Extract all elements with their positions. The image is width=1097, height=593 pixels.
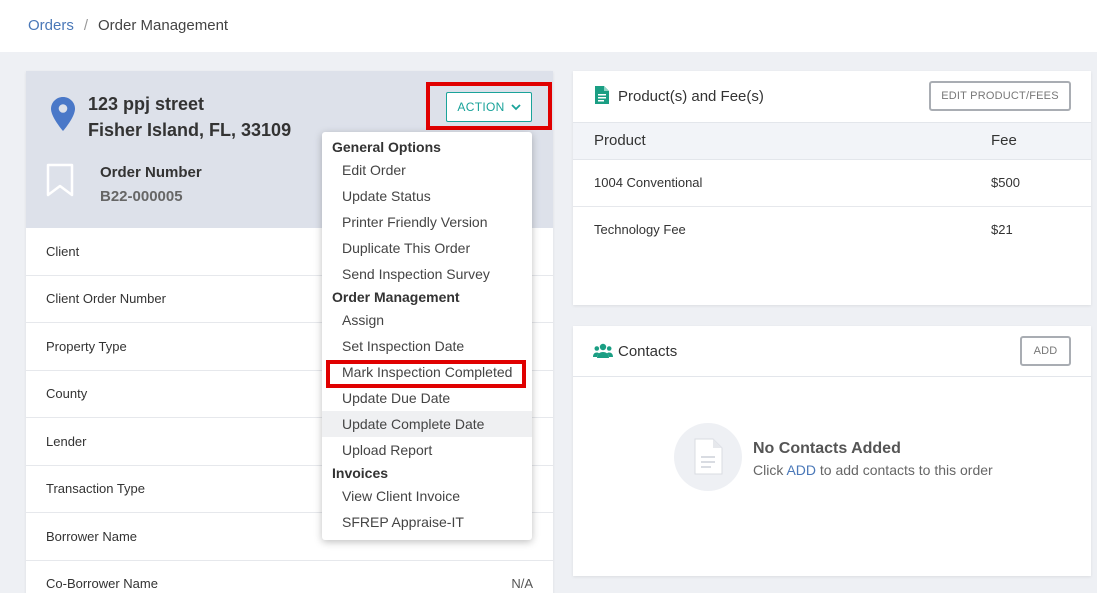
breadcrumb-separator: / <box>83 17 89 34</box>
empty-state-prefix: Click <box>753 462 784 478</box>
breadcrumb-orders-link[interactable]: Orders <box>28 17 74 34</box>
menu-item-assign[interactable]: Assign <box>322 307 532 333</box>
empty-state-title: No Contacts Added <box>753 440 901 457</box>
product-name: 1004 Conventional <box>594 175 703 190</box>
bookmark-icon <box>46 163 74 197</box>
action-highlight-box <box>426 82 552 130</box>
column-header-product: Product <box>594 132 646 149</box>
detail-label: Lender <box>46 433 87 449</box>
menu-item-printer-friendly[interactable]: Printer Friendly Version <box>322 209 532 235</box>
empty-state-message: Click ADD to add contacts to this order <box>753 462 993 478</box>
menu-group-invoices: Invoices <box>332 465 389 481</box>
empty-state-add-link[interactable]: ADD <box>786 462 816 478</box>
products-title: Product(s) and Fee(s) <box>618 88 764 105</box>
action-dropdown-menu: General Options Edit Order Update Status… <box>322 132 532 540</box>
menu-item-upload-report[interactable]: Upload Report <box>322 437 532 463</box>
detail-label: Client <box>46 243 80 259</box>
breadcrumb-current: Order Management <box>98 17 229 34</box>
add-contact-button[interactable]: ADD <box>1020 336 1071 366</box>
menu-item-sfrep-appraise-it[interactable]: SFREP Appraise-IT <box>322 509 532 535</box>
menu-item-edit-order[interactable]: Edit Order <box>322 157 532 183</box>
address-line-2: Fisher Island, FL, 33109 <box>88 120 292 140</box>
table-row: Technology Fee $21 <box>573 207 1091 254</box>
mark-inspection-highlight-box <box>326 360 526 388</box>
divider <box>573 376 1091 377</box>
menu-item-send-inspection-survey[interactable]: Send Inspection Survey <box>322 261 532 287</box>
contacts-title: Contacts <box>618 343 678 360</box>
menu-item-update-status[interactable]: Update Status <box>322 183 532 209</box>
menu-item-duplicate-order[interactable]: Duplicate This Order <box>322 235 532 261</box>
product-name: Technology Fee <box>594 222 686 237</box>
users-icon <box>593 343 613 358</box>
menu-group-order-management: Order Management <box>332 289 460 305</box>
detail-label: Property Type <box>46 338 127 354</box>
product-fee: $21 <box>991 222 1013 237</box>
products-table-header: Product Fee <box>573 122 1091 160</box>
menu-item-update-due-date[interactable]: Update Due Date <box>322 385 532 411</box>
empty-state-suffix: to add contacts to this order <box>819 462 993 478</box>
breadcrumb: Orders / Order Management <box>28 17 228 34</box>
detail-label: Transaction Type <box>46 481 145 497</box>
detail-label: County <box>46 386 88 402</box>
menu-group-general-options: General Options <box>332 139 441 155</box>
order-number-label: Order Number <box>100 164 202 181</box>
table-row: 1004 Conventional $500 <box>573 160 1091 207</box>
menu-item-update-complete-date[interactable]: Update Complete Date <box>322 411 532 437</box>
contacts-card: Contacts ADD No Contacts Added Click ADD… <box>573 326 1091 576</box>
products-card: Product(s) and Fee(s) EDIT PRODUCT/FEES … <box>573 71 1091 305</box>
top-bar: Orders / Order Management <box>0 0 1097 52</box>
document-icon <box>694 438 723 475</box>
detail-label: Co-Borrower Name <box>46 576 158 592</box>
menu-item-view-client-invoice[interactable]: View Client Invoice <box>322 483 532 509</box>
detail-value: N/A <box>511 576 533 592</box>
address-line-1: 123 ppj street <box>88 94 205 114</box>
detail-label: Client Order Number <box>46 291 166 307</box>
menu-item-set-inspection-date[interactable]: Set Inspection Date <box>322 333 532 359</box>
product-fee: $500 <box>991 175 1020 190</box>
column-header-fee: Fee <box>991 132 1017 149</box>
edit-product-fees-button[interactable]: EDIT PRODUCT/FEES <box>929 81 1071 111</box>
order-number-value: B22-000005 <box>100 188 183 205</box>
detail-label: Borrower Name <box>46 528 138 544</box>
location-pin-icon <box>51 97 75 131</box>
document-icon <box>595 86 609 104</box>
empty-state-illustration <box>674 423 742 491</box>
detail-row-co-borrower-name: Co-Borrower Name N/A <box>26 561 553 593</box>
